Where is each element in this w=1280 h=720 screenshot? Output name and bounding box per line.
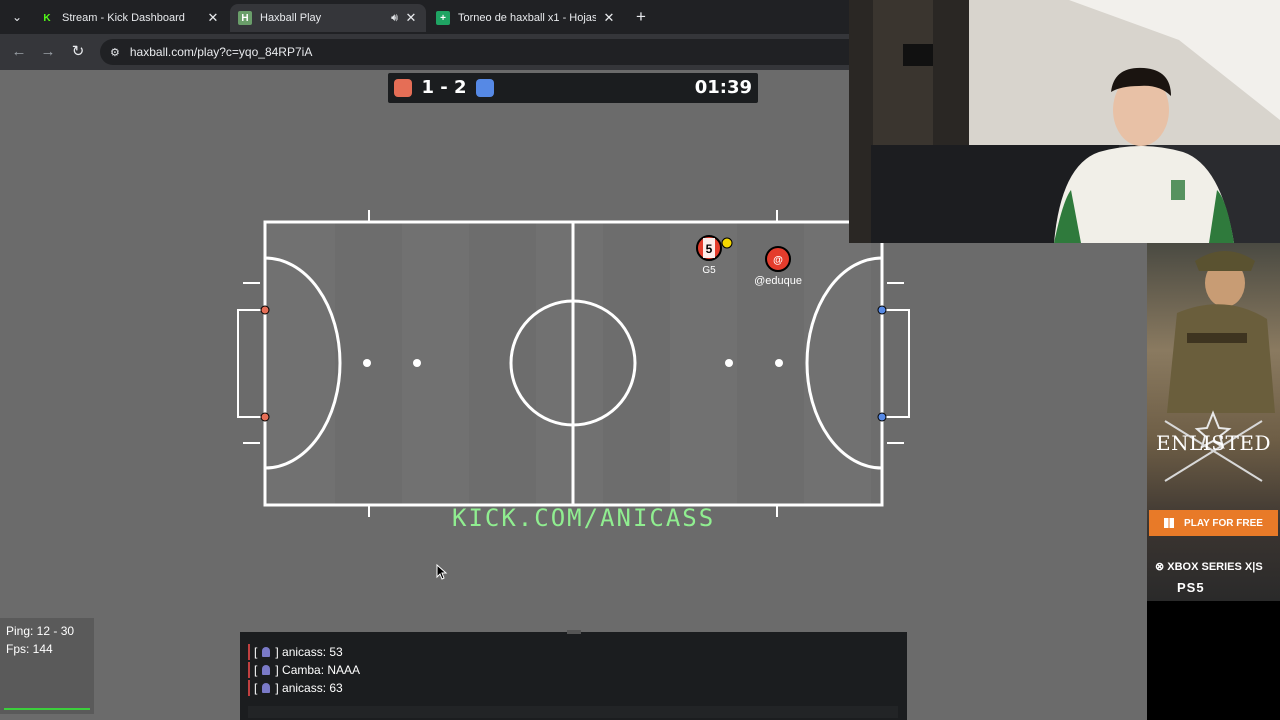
reload-icon[interactable]: ↻ <box>67 41 89 63</box>
red-team-square-icon <box>394 79 412 97</box>
mouse-cursor-icon <box>436 564 448 580</box>
player-avatar: @ <box>773 255 783 266</box>
close-tab-icon[interactable]: ✕ <box>404 10 418 26</box>
kick-favicon-icon: K <box>43 12 51 24</box>
penalty-spot <box>413 359 421 367</box>
ad-background <box>1147 601 1280 720</box>
windows-icon <box>1164 518 1175 528</box>
red-goal-post <box>260 305 270 315</box>
fps-graph <box>4 702 90 710</box>
close-tab-icon[interactable]: ✕ <box>206 10 220 26</box>
player-name: G5 <box>702 265 716 276</box>
chat-message: [] anicass: 53 <box>248 644 343 660</box>
user-icon <box>262 683 271 693</box>
tab-torneo-sheet[interactable]: + Torneo de haxball x1 - Hojas de ✕ <box>428 4 624 32</box>
sheets-favicon-icon: + <box>436 11 450 25</box>
ping-text: Ping: 12 - 30 <box>6 624 75 638</box>
forward-icon[interactable]: → <box>37 41 59 63</box>
audio-playing-icon[interactable]: 🔊︎ <box>391 12 398 25</box>
ad-title: ENLISTED <box>1156 431 1271 455</box>
blue-team-square-icon <box>476 79 494 97</box>
scoreboard: 1 - 2 01:39 <box>388 73 758 103</box>
blue-goal-post <box>877 305 887 315</box>
match-timer: 01:39 <box>694 77 752 98</box>
close-tab-icon[interactable]: ✕ <box>602 10 616 26</box>
screen: ⌄ K Stream - Kick Dashboard ✕ H Haxball … <box>0 0 1280 720</box>
tab-bar: ⌄ K Stream - Kick Dashboard ✕ H Haxball … <box>0 0 850 34</box>
left-goal <box>237 309 265 418</box>
tab-title: Stream - Kick Dashboard <box>62 12 185 24</box>
ad-artwork <box>1164 251 1275 482</box>
tab-title: Torneo de haxball x1 - Hojas de <box>458 12 596 24</box>
url-text: haxball.com/play?c=yqo_84RP7iA <box>129 45 313 59</box>
address-bar[interactable]: ⚙︎ haxball.com/play?c=yqo_84RP7iA <box>100 39 850 65</box>
blue-goal-post <box>877 412 887 422</box>
advertisement[interactable]: ENLISTED PLAY FOR FREE ⊗ XBOX SERIES X|S… <box>1147 243 1280 601</box>
haxball-favicon-icon: H <box>238 11 252 25</box>
player-name: @eduque <box>754 275 802 287</box>
right-goal <box>882 309 910 418</box>
ball <box>721 237 733 249</box>
chat-input[interactable] <box>248 706 898 718</box>
score: 1 - 2 <box>421 77 467 98</box>
tab-kick-dashboard[interactable]: K Stream - Kick Dashboard ✕ <box>32 4 228 32</box>
back-icon[interactable]: ← <box>8 41 30 63</box>
player-avatar: 5 <box>706 242 713 256</box>
network-stats: Ping: 12 - 30 Fps: 144 <box>0 618 94 714</box>
fps-text: Fps: 144 <box>6 642 53 656</box>
penalty-spot <box>775 359 783 367</box>
chat-box: [] anicass: 53 [] Camba: NAAA [] anicass… <box>240 630 907 720</box>
tab-search-icon[interactable]: ⌄ <box>6 7 28 27</box>
ps5-platform-label: PS5 <box>1177 580 1205 595</box>
tab-title: Haxball Play <box>260 12 322 24</box>
user-icon <box>262 665 271 675</box>
penalty-spot <box>363 359 371 367</box>
site-info-icon[interactable]: ⚙︎ <box>110 46 120 59</box>
red-goal-post <box>260 412 270 422</box>
xbox-platform-label: ⊗ XBOX SERIES X|S <box>1155 561 1263 573</box>
tab-haxball-play[interactable]: H Haxball Play 🔊︎ ✕ <box>230 4 426 32</box>
webcam-overlay <box>849 0 1280 243</box>
play-for-free-button[interactable]: PLAY FOR FREE <box>1149 510 1278 536</box>
chat-message: [] Camba: NAAA <box>248 662 360 678</box>
stream-branding: KICK.COM/ANICASS <box>452 504 716 532</box>
browser-toolbar: ← → ↻ ⚙︎ haxball.com/play?c=yqo_84RP7iA <box>0 34 850 70</box>
penalty-spot <box>725 359 733 367</box>
chat-message: [] anicass: 63 <box>248 680 343 696</box>
chat-resize-handle[interactable] <box>567 630 581 634</box>
new-tab-icon[interactable]: + <box>630 6 652 28</box>
user-icon <box>262 647 271 657</box>
